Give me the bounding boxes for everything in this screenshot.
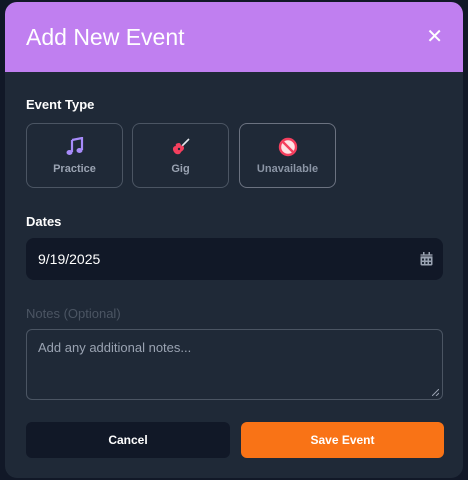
date-value: 9/19/2025 bbox=[38, 251, 101, 267]
event-type-label: Event Type bbox=[26, 97, 95, 112]
dates-label: Dates bbox=[26, 214, 62, 229]
date-input[interactable]: 9/19/2025 bbox=[26, 238, 443, 280]
modal-header: Add New Event ✕ bbox=[5, 2, 463, 72]
notes-textarea[interactable]: Add any additional notes... bbox=[26, 329, 443, 400]
save-event-button[interactable]: Save Event bbox=[241, 422, 444, 458]
event-type-gig-label: Gig bbox=[171, 162, 190, 175]
event-type-gig-button[interactable]: Gig bbox=[132, 123, 229, 188]
resize-handle-icon[interactable] bbox=[432, 389, 439, 396]
add-event-modal: Add New Event ✕ Event Type Practice Gig … bbox=[5, 2, 463, 478]
notes-placeholder: Add any additional notes... bbox=[38, 340, 192, 355]
close-icon[interactable]: ✕ bbox=[426, 27, 443, 47]
cancel-button[interactable]: Cancel bbox=[26, 422, 230, 458]
event-type-practice-label: Practice bbox=[53, 162, 96, 175]
notes-label: Notes (Optional) bbox=[26, 306, 121, 321]
event-type-unavailable-label: Unavailable bbox=[256, 162, 319, 175]
modal-title: Add New Event bbox=[26, 23, 185, 50]
music-note-icon bbox=[66, 136, 83, 155]
guitar-icon bbox=[172, 137, 190, 154]
prohibited-icon bbox=[278, 137, 297, 156]
event-type-practice-button[interactable]: Practice bbox=[26, 123, 123, 188]
calendar-icon[interactable] bbox=[420, 252, 433, 266]
event-type-unavailable-button[interactable]: Unavailable bbox=[239, 123, 336, 188]
